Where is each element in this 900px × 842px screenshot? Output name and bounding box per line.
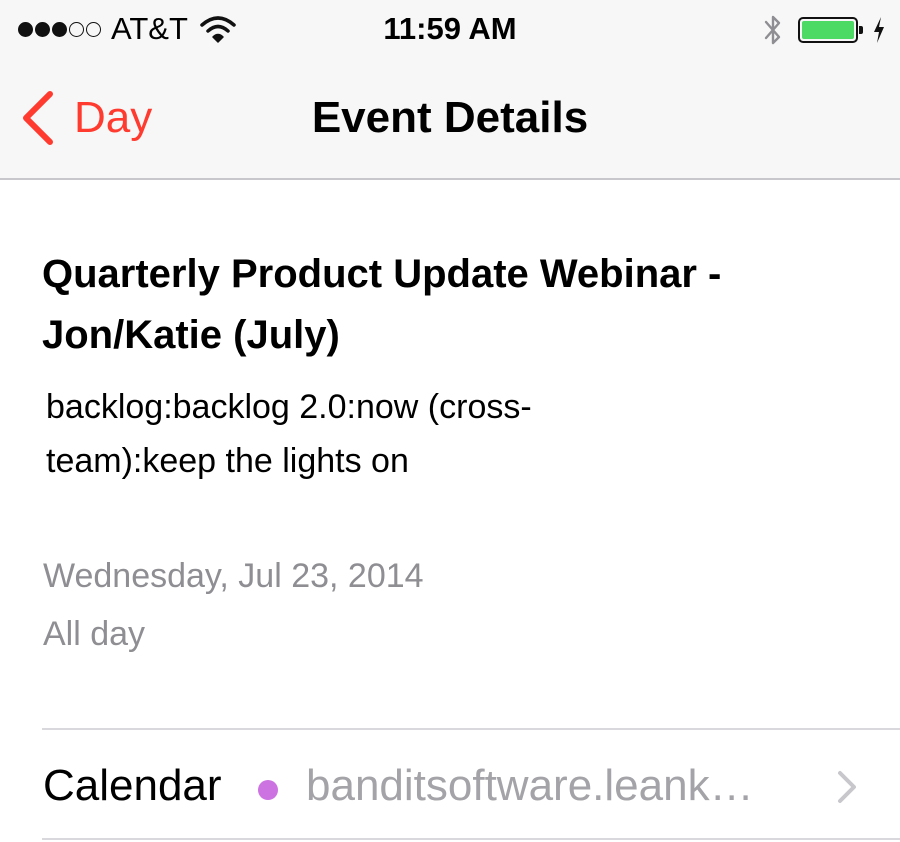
event-date: Wednesday, Jul 23, 2014 <box>43 557 424 595</box>
divider <box>42 838 900 840</box>
calendar-value: banditsoftware.leank… <box>306 761 754 810</box>
chevron-right-icon <box>838 771 856 803</box>
event-notes: backlog:backlog 2.0:now (cross-team):kee… <box>46 388 532 480</box>
event-title: Quarterly Product Update Webinar - Jon/K… <box>42 252 722 357</box>
charging-bolt-icon <box>874 17 884 43</box>
page-title: Event Details <box>311 93 589 142</box>
calendar-label: Calendar <box>43 761 222 810</box>
calendar-color-dot <box>258 780 278 800</box>
bluetooth-icon <box>764 15 781 45</box>
navigation-bar: Day Event Details <box>0 60 900 180</box>
event-time: All day <box>43 615 146 653</box>
status-bar: AT&T 11:59 AM <box>0 0 900 60</box>
battery-icon <box>798 17 863 43</box>
status-right <box>762 12 886 48</box>
battery-level <box>802 21 854 39</box>
calendar-row[interactable]: Calendar banditsoftware.leank… <box>0 730 900 842</box>
